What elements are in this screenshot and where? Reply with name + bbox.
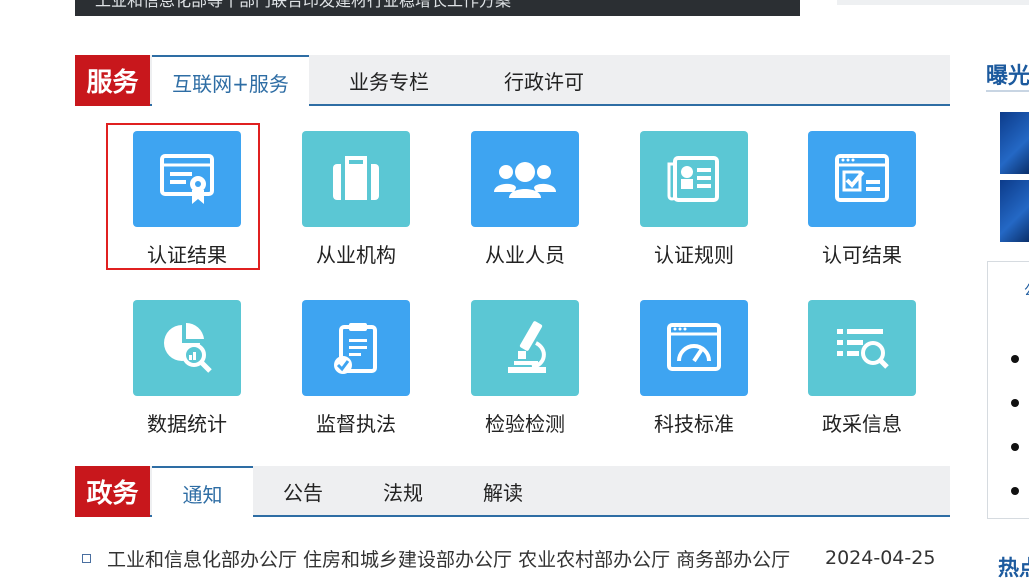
bullet-dot-icon (1011, 487, 1019, 495)
grid-label: 检验检测 (485, 412, 565, 436)
service-tabbar: 服务 互联网+服务 业务专栏 行政许可 (75, 55, 950, 108)
tile (808, 131, 916, 227)
news-item[interactable]: 工业和信息化部办公厅 住房和城乡建设部办公厅 农业农村部办公厅 商务部办公厅 2… (75, 538, 950, 578)
tile (471, 300, 579, 396)
rules-document-icon (667, 156, 719, 202)
data-search-icon (164, 322, 212, 373)
hot-topics-heading[interactable]: 热点 (998, 552, 1029, 582)
grid-label: 科技标准 (654, 412, 734, 436)
selection-highlight (106, 123, 260, 270)
tab-regulations[interactable]: 法规 (353, 466, 453, 517)
service-item-statistics[interactable]: 数据统计 (133, 300, 241, 437)
briefcase-icon (333, 156, 379, 200)
tile (640, 300, 748, 396)
news-date: 2024-04-25 (825, 547, 936, 569)
gov-tabbar: 政务 通知 公告 法规 解读 (75, 466, 950, 519)
tab-business-column[interactable]: 业务专栏 (309, 55, 469, 106)
tile (302, 300, 410, 396)
grid-label: 政采信息 (822, 412, 902, 436)
grid-label: 监督执法 (316, 412, 396, 436)
tile (302, 131, 410, 227)
grid-label: 数据统计 (147, 412, 227, 436)
service-item-supervision[interactable]: 监督执法 (302, 300, 410, 437)
grid-label: 从业机构 (316, 243, 396, 267)
clipboard-check-icon (334, 323, 377, 374)
service-section-label: 服务 (75, 55, 150, 106)
approval-window-icon (835, 154, 889, 202)
exposure-thumbnail[interactable] (1000, 112, 1029, 174)
top-banner[interactable]: 工业和信息化部等十部门联合印发建材行业稳增长工作方案 (75, 0, 800, 16)
service-item-cert-rules[interactable]: 认证规则 (640, 131, 748, 268)
service-item-procurement[interactable]: 政采信息 (808, 300, 916, 437)
exposure-thumbnail[interactable] (1000, 180, 1029, 242)
top-right-bar (837, 0, 1029, 5)
tile (471, 131, 579, 227)
exposure-heading[interactable]: 曝光 (986, 58, 1029, 90)
service-item-tech-standards[interactable]: 科技标准 (640, 300, 748, 437)
tab-admin-license[interactable]: 行政许可 (469, 55, 619, 106)
bullet-dot-icon (1011, 443, 1019, 451)
tab-internet-service[interactable]: 互联网+服务 (152, 55, 309, 108)
tab-notices[interactable]: 通知 (152, 466, 253, 519)
grid-label: 从业人员 (485, 243, 565, 267)
gov-section-label: 政务 (75, 466, 150, 517)
bullet-dot-icon (1011, 399, 1019, 407)
microscope-icon (508, 321, 546, 373)
bullet-dot-icon (1011, 355, 1019, 363)
right-list-box: 公 (987, 261, 1029, 519)
service-item-accreditation-results[interactable]: 认可结果 (808, 131, 916, 268)
gauge-window-icon (667, 323, 721, 371)
tab-announcements[interactable]: 公告 (253, 466, 353, 517)
top-banner-text[interactable]: 工业和信息化部等十部门联合印发建材行业稳增长工作方案 (75, 0, 800, 9)
news-title[interactable]: 工业和信息化部办公厅 住房和城乡建设部办公厅 农业农村部办公厅 商务部办公厅 (107, 545, 807, 572)
grid-label: 认证规则 (654, 243, 734, 267)
heading-underline (986, 90, 1029, 92)
service-item-institutions[interactable]: 从业机构 (302, 131, 410, 268)
tile (808, 300, 916, 396)
list-search-icon (837, 329, 889, 369)
tile (640, 131, 748, 227)
tile (133, 300, 241, 396)
service-item-inspection[interactable]: 检验检测 (471, 300, 579, 437)
grid-label: 认可结果 (822, 243, 902, 267)
box-title: 公 (1024, 280, 1029, 300)
tab-interpretation[interactable]: 解读 (453, 466, 553, 517)
service-item-practitioners[interactable]: 从业人员 (471, 131, 579, 268)
bullet-icon (82, 553, 91, 563)
people-group-icon (494, 162, 556, 198)
